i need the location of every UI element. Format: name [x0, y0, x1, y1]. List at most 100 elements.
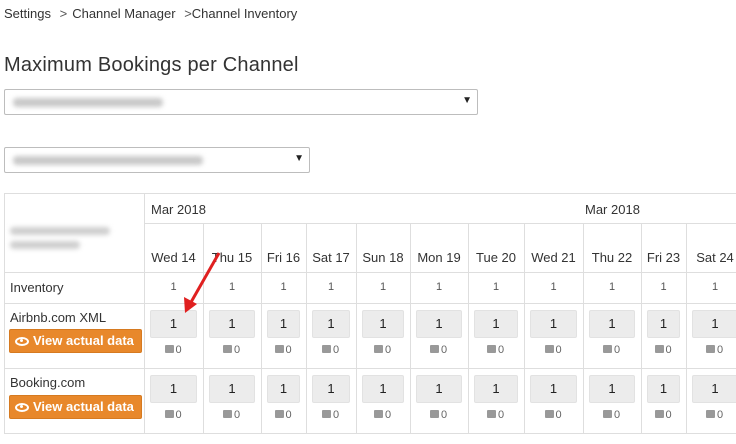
grid-line [4, 303, 736, 304]
booked-count: 0 [322, 344, 339, 356]
max-bookings-input[interactable]: 1 [209, 310, 255, 338]
suitcase-icon [374, 410, 383, 418]
view-actual-data-label: View actual data [33, 399, 134, 414]
booked-count-value: 0 [175, 409, 182, 421]
max-bookings-input[interactable]: 1 [267, 375, 300, 403]
booked-count-value: 0 [441, 409, 448, 421]
suitcase-icon [274, 410, 284, 418]
max-bookings-input[interactable]: 1 [530, 310, 577, 338]
caret-down-icon: ▼ [294, 153, 304, 164]
booked-count: 0 [603, 409, 620, 421]
max-bookings-input[interactable]: 1 [267, 310, 300, 338]
room-name-label [10, 227, 120, 257]
eye-icon [15, 337, 29, 346]
booked-count: 0 [487, 344, 504, 356]
max-bookings-input[interactable]: 1 [474, 375, 518, 403]
suitcase-icon [654, 410, 664, 418]
day-header: Wed 21 [531, 250, 576, 265]
max-bookings-input[interactable]: 1 [474, 310, 518, 338]
suitcase-icon [603, 345, 612, 353]
booked-count-value: 0 [614, 409, 621, 421]
suitcase-icon [164, 410, 174, 418]
view-actual-data-button[interactable]: View actual data [9, 329, 142, 353]
max-bookings-input[interactable]: 1 [312, 375, 350, 403]
suitcase-icon [706, 410, 715, 418]
max-bookings-input[interactable]: 1 [150, 310, 197, 338]
suitcase-icon [164, 345, 174, 353]
month-label: Mar 2018 [585, 202, 640, 217]
max-bookings-input[interactable]: 1 [362, 310, 404, 338]
day-header: Thu 22 [591, 250, 633, 265]
inventory-value: 1 [711, 281, 719, 293]
room-select[interactable]: ▼ [4, 147, 310, 173]
property-select[interactable]: ▼ [4, 89, 478, 115]
channel-name-airbnb: Airbnb.com XML [10, 310, 107, 325]
suitcase-icon [544, 410, 554, 418]
booked-count-value: 0 [333, 344, 340, 356]
breadcrumb-channel-manager[interactable]: Channel Manager [72, 6, 175, 21]
booked-count-value: 0 [498, 344, 505, 356]
booked-count: 0 [164, 409, 182, 421]
room-select-value [13, 156, 203, 165]
max-bookings-input[interactable]: 1 [362, 375, 404, 403]
max-bookings-input[interactable]: 1 [416, 310, 462, 338]
booked-count: 0 [274, 409, 292, 421]
day-header: Sun 18 [362, 250, 404, 265]
inventory-value: 1 [170, 281, 177, 293]
booked-count: 0 [603, 344, 620, 356]
inventory-value: 1 [608, 281, 616, 293]
suitcase-icon [603, 410, 612, 418]
booked-count-value: 0 [441, 344, 448, 356]
breadcrumb-separator: > [184, 6, 192, 21]
max-bookings-input[interactable]: 1 [589, 310, 635, 338]
suitcase-icon [430, 410, 439, 418]
booked-count: 0 [706, 409, 723, 421]
booked-count-value: 0 [385, 344, 392, 356]
max-bookings-input[interactable]: 1 [692, 310, 736, 338]
breadcrumb-separator: > [59, 6, 68, 21]
day-header: Sat 17 [312, 250, 350, 265]
day-header: Fri 16 [266, 250, 301, 265]
inventory-value: 1 [550, 281, 557, 293]
max-bookings-input[interactable]: 1 [312, 310, 350, 338]
inventory-row-label: Inventory [10, 280, 64, 295]
max-bookings-input[interactable]: 1 [416, 375, 462, 403]
inventory-value: 1 [228, 281, 236, 293]
booked-count-value: 0 [717, 344, 724, 356]
max-bookings-input[interactable]: 1 [647, 375, 680, 403]
grid-line [4, 368, 736, 369]
max-bookings-input[interactable]: 1 [589, 375, 635, 403]
grid-line [4, 193, 5, 433]
channel-name-booking: Booking.com [10, 375, 86, 390]
max-bookings-input[interactable]: 1 [209, 375, 255, 403]
day-header: Mon 19 [417, 250, 461, 265]
max-bookings-input[interactable]: 1 [647, 310, 680, 338]
inventory-value: 1 [280, 281, 287, 293]
view-actual-data-button[interactable]: View actual data [9, 395, 142, 419]
max-bookings-input[interactable]: 1 [150, 375, 197, 403]
breadcrumb-channel-inventory: Channel Inventory [191, 6, 298, 21]
grid-line [144, 193, 145, 433]
day-header: Wed 14 [151, 250, 196, 265]
booked-count: 0 [322, 409, 339, 421]
booked-count: 0 [274, 344, 292, 356]
max-bookings-input[interactable]: 1 [692, 375, 736, 403]
day-header: Sat 24 [696, 250, 734, 265]
booked-count-value: 0 [285, 344, 292, 356]
max-bookings-input[interactable]: 1 [530, 375, 577, 403]
grid-line [144, 223, 736, 224]
booked-count-value: 0 [234, 344, 241, 356]
grid-line [4, 433, 736, 434]
booked-count-value: 0 [555, 344, 562, 356]
page-title: Maximum Bookings per Channel [4, 54, 299, 76]
booked-count: 0 [430, 409, 447, 421]
booked-count: 0 [654, 409, 672, 421]
suitcase-icon [487, 345, 496, 353]
breadcrumb-settings[interactable]: Settings [4, 6, 51, 21]
suitcase-icon [374, 345, 383, 353]
booked-count-value: 0 [614, 344, 621, 356]
day-header: Fri 23 [646, 250, 681, 265]
booked-count-value: 0 [175, 344, 182, 356]
suitcase-icon [223, 410, 232, 418]
suitcase-icon [223, 345, 232, 353]
